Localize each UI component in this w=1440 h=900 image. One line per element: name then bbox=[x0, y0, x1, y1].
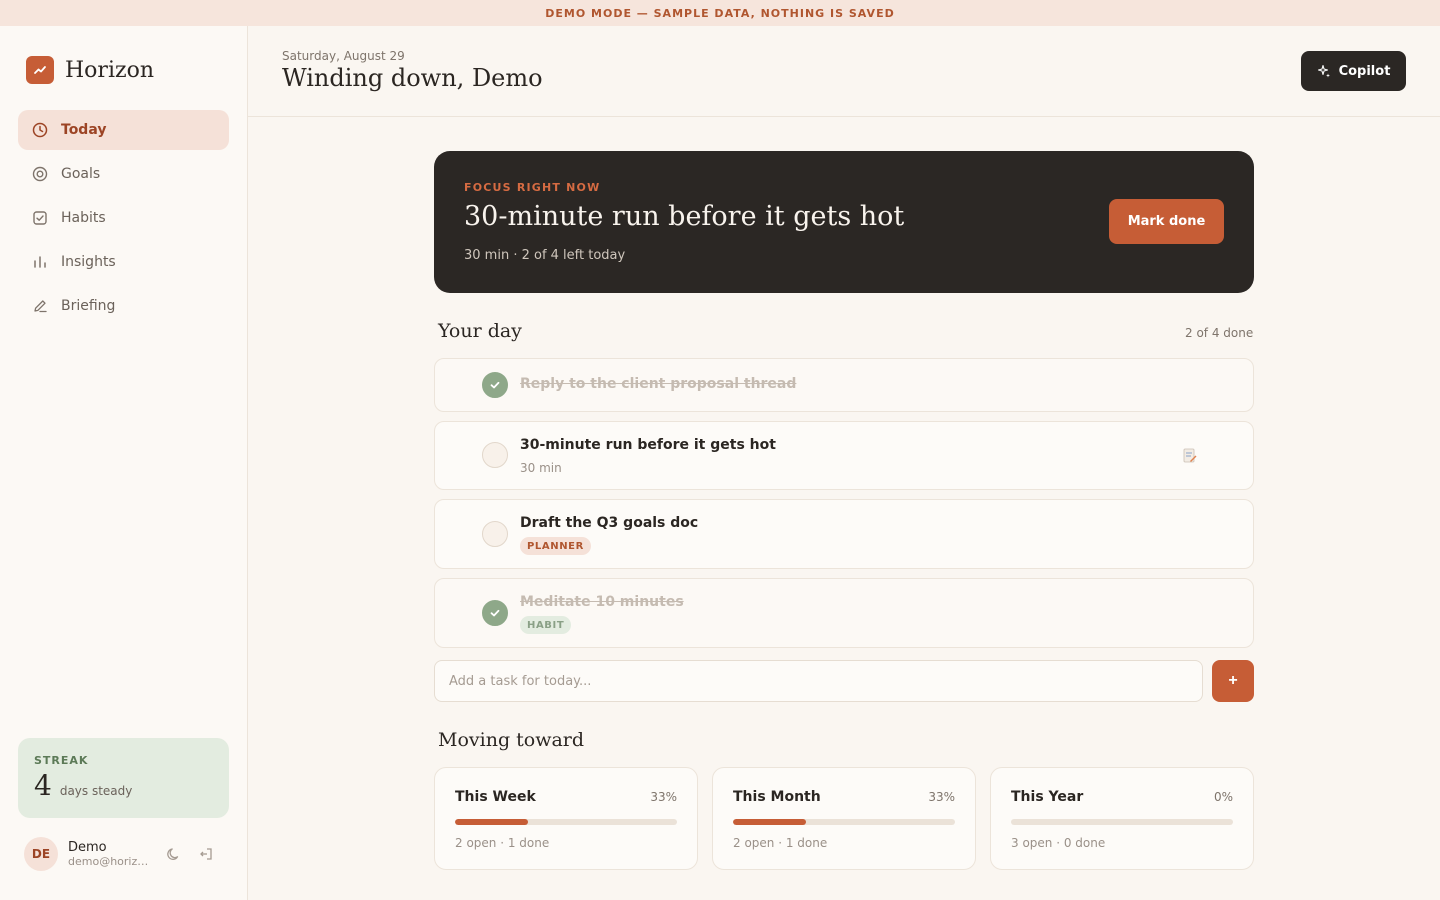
sidebar-nav: Today Goals Habits Insights Briefing bbox=[18, 110, 229, 330]
logout-button[interactable] bbox=[194, 842, 218, 866]
task-text[interactable]: Reply to the client proposal thread bbox=[520, 376, 796, 392]
user-name: Demo bbox=[68, 840, 107, 855]
task-checkbox[interactable] bbox=[482, 372, 508, 398]
goal-title: This Week bbox=[455, 789, 536, 805]
goal-percent: 33% bbox=[928, 790, 955, 804]
goal-card-month[interactable]: This Month 33% 2 open · 1 done bbox=[712, 767, 976, 870]
goal-percent: 0% bbox=[1213, 790, 1233, 804]
copilot-button[interactable]: Copilot bbox=[1301, 51, 1406, 91]
task-item: Meditate 10 minutes HABIT bbox=[434, 578, 1254, 648]
add-task-input[interactable] bbox=[434, 660, 1203, 702]
checkbox-icon bbox=[32, 210, 48, 226]
focus-meta: 30 min · 2 of 4 left today bbox=[464, 248, 626, 263]
goal-progress-bar bbox=[455, 819, 677, 825]
bar-chart-icon bbox=[32, 254, 48, 270]
goal-progress-bar bbox=[1011, 819, 1233, 825]
sidebar: Horizon Today Goals Habits Insights Brie… bbox=[0, 26, 248, 900]
brand[interactable]: Horizon bbox=[26, 56, 154, 84]
note-icon[interactable] bbox=[1183, 448, 1197, 464]
streak-unit: days steady bbox=[59, 784, 133, 798]
your-day-title: Your day bbox=[438, 320, 522, 342]
streak-card: STREAK 4 days steady bbox=[18, 738, 229, 818]
header-date: Saturday, August 29 bbox=[282, 49, 405, 63]
sidebar-item-label: Goals bbox=[61, 166, 101, 182]
streak-label: STREAK bbox=[34, 754, 89, 767]
user-email: demo@horizon.app bbox=[68, 855, 154, 868]
task-duration: 30 min bbox=[520, 461, 562, 475]
brand-name: Horizon bbox=[65, 57, 154, 83]
goal-progress-fill bbox=[455, 819, 529, 825]
sidebar-item-goals[interactable]: Goals bbox=[18, 154, 229, 194]
planner-tag: PLANNER bbox=[520, 537, 591, 555]
task-item: Draft the Q3 goals doc PLANNER bbox=[434, 499, 1254, 569]
task-text[interactable]: 30-minute run before it gets hot bbox=[520, 437, 776, 453]
task-checkbox[interactable] bbox=[482, 442, 508, 468]
goal-meta: 3 open · 0 done bbox=[1011, 836, 1106, 850]
your-day-count: 2 of 4 done bbox=[1185, 326, 1254, 340]
moon-icon bbox=[167, 848, 179, 860]
focus-title: 30-minute run before it gets hot bbox=[464, 201, 905, 232]
task-item: Reply to the client proposal thread bbox=[434, 358, 1254, 412]
task-checkbox[interactable] bbox=[482, 600, 508, 626]
moving-toward-title: Moving toward bbox=[438, 729, 585, 751]
mark-done-button[interactable]: Mark done bbox=[1109, 199, 1224, 244]
user-profile: DE Demo demo@horizon.app bbox=[24, 836, 224, 872]
goal-card-week[interactable]: This Week 33% 2 open · 1 done bbox=[434, 767, 698, 870]
sidebar-item-label: Today bbox=[61, 122, 107, 138]
avatar[interactable]: DE bbox=[24, 837, 58, 871]
sidebar-item-briefing[interactable]: Briefing bbox=[18, 286, 229, 326]
habit-tag: HABIT bbox=[520, 616, 572, 634]
sparkle-icon bbox=[1317, 64, 1331, 78]
pencil-icon bbox=[32, 298, 48, 314]
sidebar-item-today[interactable]: Today bbox=[18, 110, 229, 150]
task-text[interactable]: Meditate 10 minutes bbox=[520, 594, 684, 610]
focus-card: FOCUS RIGHT NOW 30-minute run before it … bbox=[434, 151, 1254, 293]
trend-up-icon bbox=[26, 56, 54, 84]
goal-card-year[interactable]: This Year 0% 3 open · 0 done bbox=[990, 767, 1254, 870]
goal-title: This Year bbox=[1011, 789, 1084, 805]
page-header: Saturday, August 29 Winding down, Demo C… bbox=[248, 26, 1440, 117]
goal-title: This Month bbox=[733, 789, 821, 805]
focus-label: FOCUS RIGHT NOW bbox=[464, 181, 601, 194]
goal-progress-fill bbox=[733, 819, 807, 825]
page-title: Winding down, Demo bbox=[282, 64, 543, 92]
sidebar-item-label: Briefing bbox=[61, 298, 116, 314]
sidebar-item-label: Habits bbox=[61, 210, 106, 226]
task-text[interactable]: Draft the Q3 goals doc bbox=[520, 515, 698, 531]
goal-meta: 2 open · 1 done bbox=[455, 836, 550, 850]
target-icon bbox=[32, 166, 48, 182]
check-icon bbox=[490, 609, 500, 617]
sidebar-item-habits[interactable]: Habits bbox=[18, 198, 229, 238]
check-icon bbox=[490, 381, 500, 389]
sidebar-item-insights[interactable]: Insights bbox=[18, 242, 229, 282]
task-item: 30-minute run before it gets hot 30 min bbox=[434, 421, 1254, 490]
task-checkbox[interactable] bbox=[482, 521, 508, 547]
goal-progress-bar bbox=[733, 819, 955, 825]
streak-value: 4 bbox=[34, 769, 52, 802]
sidebar-item-label: Insights bbox=[61, 254, 116, 270]
copilot-label: Copilot bbox=[1338, 63, 1391, 79]
goal-meta: 2 open · 1 done bbox=[733, 836, 828, 850]
theme-toggle-button[interactable] bbox=[162, 842, 186, 866]
clock-icon bbox=[32, 122, 48, 138]
add-task-button[interactable]: + bbox=[1212, 660, 1254, 702]
goal-percent: 33% bbox=[650, 790, 677, 804]
demo-banner: DEMO MODE — SAMPLE DATA, NOTHING IS SAVE… bbox=[0, 0, 1440, 26]
logout-icon bbox=[200, 848, 212, 860]
